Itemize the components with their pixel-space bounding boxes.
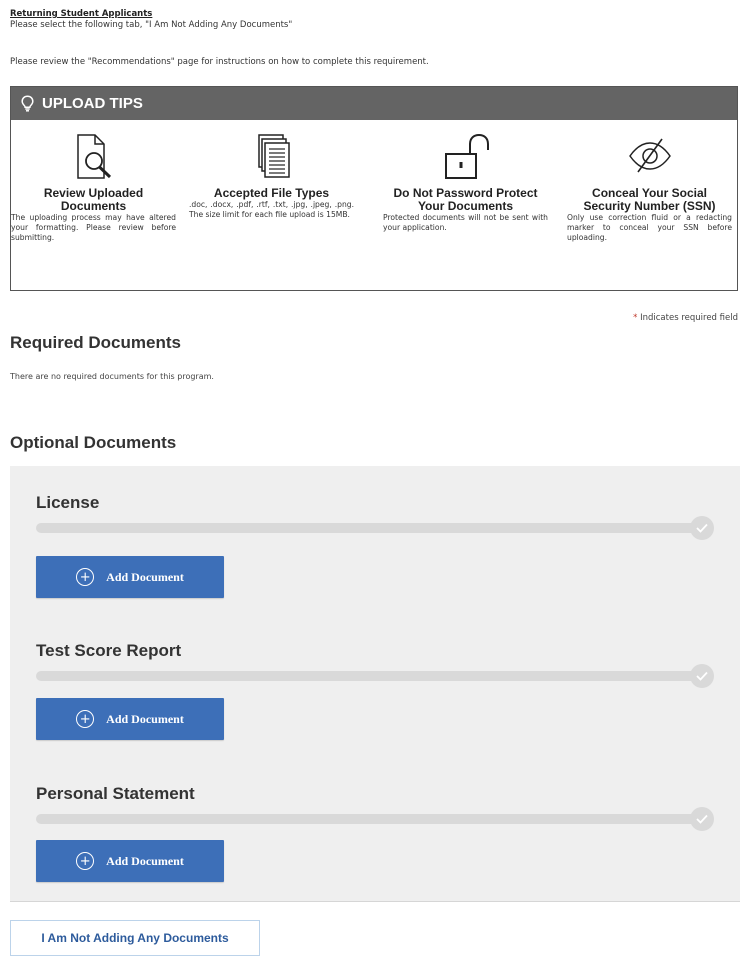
not-adding-documents-button[interactable]: I Am Not Adding Any Documents (10, 920, 260, 956)
returning-students-heading: Returning Student Applicants (10, 9, 153, 19)
tip-review-documents: Review Uploaded Documents The uploading … (11, 132, 176, 243)
document-name: Personal Statement (36, 784, 195, 803)
add-document-button-license[interactable]: + Add Document (36, 556, 224, 598)
add-document-button-personal-statement[interactable]: + Add Document (36, 840, 224, 882)
check-icon (690, 807, 714, 831)
tip-text: Only use correction fluid or a redacting… (567, 213, 732, 242)
tip-file-types: Accepted File Types .doc, .docx, .pdf, .… (189, 132, 354, 220)
tip-title: Conceal Your Social Security Number (SSN… (583, 186, 716, 213)
upload-tips-title: UPLOAD TIPS (42, 95, 143, 112)
upload-progress-bar (36, 671, 702, 681)
plus-circle-icon: + (76, 852, 95, 870)
upload-progress-bar (36, 814, 702, 824)
required-field-note: * Indicates required field (633, 313, 738, 323)
magnifier-document-icon (11, 132, 176, 187)
file-stack-icon (189, 132, 354, 187)
upload-tips-header: UPLOAD TIPS (11, 87, 737, 120)
tip-conceal-ssn: Conceal Your Social Security Number (SSN… (567, 132, 732, 243)
eye-slash-icon (567, 132, 732, 187)
add-document-label: Add Document (106, 711, 184, 726)
document-panel-test-score-report: Test Score Report + Add Document (10, 614, 740, 758)
required-note-text: Indicates required field (637, 313, 738, 323)
open-padlock-icon (383, 132, 548, 187)
plus-circle-icon: + (76, 568, 95, 586)
tip-text: .doc, .docx, .pdf, .rtf, .txt, .jpg, .jp… (189, 200, 354, 219)
tip-title: Accepted File Types (213, 186, 330, 200)
intro: Returning Student Applicants Please sele… (10, 9, 730, 31)
add-document-button-test-score-report[interactable]: + Add Document (36, 698, 224, 740)
tip-title: Review Uploaded Documents (43, 186, 144, 213)
optional-documents-title: Optional Documents (10, 433, 177, 452)
recommendations-note: Please review the "Recommendations" page… (10, 57, 429, 67)
add-document-label: Add Document (106, 569, 184, 584)
upload-progress-bar (36, 523, 702, 533)
check-icon (690, 516, 714, 540)
tip-text: The uploading process may have altered y… (11, 213, 176, 242)
document-panel-personal-statement: Personal Statement + Add Document (10, 757, 740, 902)
required-documents-title: Required Documents (10, 333, 181, 352)
document-name: Test Score Report (36, 641, 182, 660)
upload-tips-panel: UPLOAD TIPS Review Uploaded Documents Th… (10, 86, 738, 291)
returning-students-instruction: Please select the following tab, "I Am N… (10, 20, 293, 30)
document-name: License (36, 493, 100, 512)
no-required-documents-text: There are no required documents for this… (10, 372, 214, 381)
tip-text: Protected documents will not be sent wit… (383, 213, 548, 232)
document-panel-license: License + Add Document (10, 466, 740, 615)
tip-password-protect: Do Not Password Protect Your Documents P… (383, 132, 548, 233)
check-icon (690, 664, 714, 688)
plus-circle-icon: + (76, 710, 95, 728)
add-document-label: Add Document (106, 853, 184, 868)
lightbulb-icon (21, 95, 34, 112)
tip-title: Do Not Password Protect Your Documents (393, 186, 538, 213)
